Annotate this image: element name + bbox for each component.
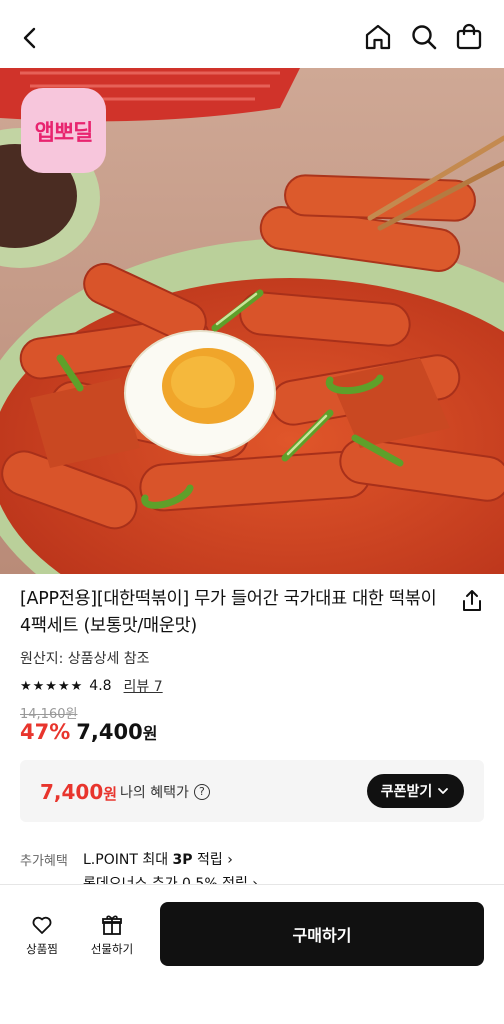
review-link[interactable]: 리뷰 7 — [124, 676, 163, 696]
app-deal-badge: 앱뽀딜 — [21, 88, 106, 173]
coupon-button-label: 쿠폰받기 — [380, 784, 433, 800]
extra-benefit-label: 추가혜택 — [20, 854, 68, 869]
question-icon[interactable]: ? — [193, 784, 210, 800]
benefit-price-value: 7,400 — [40, 780, 104, 804]
top-navigation-bar — [0, 0, 504, 68]
benefit-label-text: 나의 혜택가 — [120, 785, 189, 801]
rating-value: 4.8 — [89, 678, 112, 694]
origin-info: 원산지: 상품상세 참조 — [20, 651, 150, 667]
star-rating-icon: ★★★★★ — [20, 678, 84, 694]
home-icon[interactable] — [362, 21, 394, 53]
gift-icon — [102, 915, 122, 935]
discount-rate: 47% — [20, 720, 71, 744]
bottom-action-bar: 상품찜 선물하기 구매하기 — [0, 884, 504, 1024]
sale-price: 7,400 — [76, 720, 143, 744]
benefit-price: 7,400원 — [40, 780, 117, 804]
wishlist-label: 상품찜 — [26, 942, 58, 956]
lpoint-prefix: L.POINT 최대 — [83, 852, 173, 868]
price-currency: 원 — [142, 724, 158, 743]
my-benefit-box: 7,400원 나의 혜택가 ? 쿠폰받기 — [20, 760, 484, 822]
lpoint-benefit-link[interactable]: L.POINT 최대 3P 적립 › — [83, 849, 233, 869]
wishlist-button[interactable]: 상품찜 — [12, 913, 72, 957]
lpoint-suffix: 적립 › — [192, 852, 233, 868]
product-title: [APP전용][대한떡볶이] 무가 들어간 국가대표 대한 떡볶이 4팩세트 (… — [20, 589, 437, 636]
gift-button[interactable]: 선물하기 — [82, 913, 142, 957]
price-row: 47% 7,400 원 — [20, 720, 157, 744]
gift-label: 선물하기 — [90, 942, 134, 956]
badge-text: 앱뽀딜 — [34, 120, 94, 146]
benefit-label: 나의 혜택가 ? — [120, 782, 210, 802]
share-icon[interactable] — [459, 588, 485, 614]
shopping-bag-icon[interactable] — [453, 21, 485, 53]
coupon-button[interactable]: 쿠폰받기 — [367, 774, 464, 808]
benefit-currency: 원 — [103, 785, 118, 803]
heart-icon — [32, 916, 52, 934]
buy-button[interactable]: 구매하기 — [160, 902, 484, 966]
chevron-down-icon — [438, 788, 449, 794]
lpoint-points: 3P — [172, 852, 193, 868]
chevron-left-icon[interactable] — [14, 22, 46, 54]
rating-row: ★★★★★ 4.8 리뷰 7 — [20, 676, 163, 696]
search-icon[interactable] — [408, 21, 440, 53]
